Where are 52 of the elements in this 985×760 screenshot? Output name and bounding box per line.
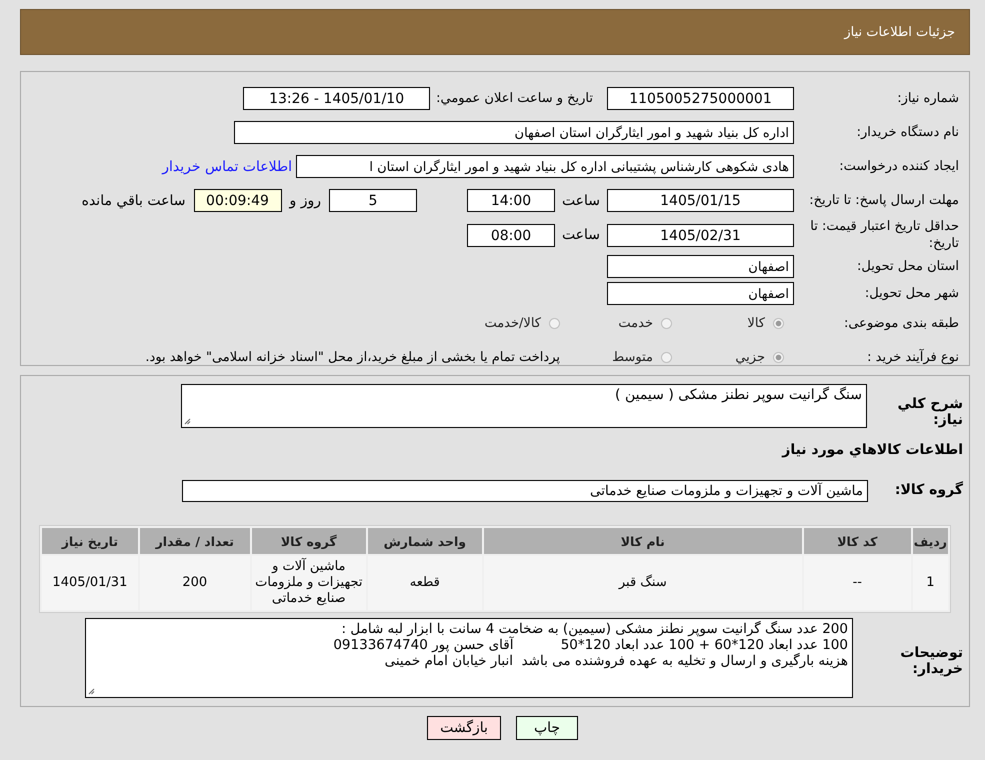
buyer-contact-link[interactable]: اطلاعات تماس خریدار	[162, 158, 292, 174]
column-header: نام کالا	[484, 528, 802, 554]
field-label: نوع فرآیند خرید :	[866, 349, 960, 366]
resize-grip-icon	[88, 688, 95, 695]
table-cell: ماشین آلات و تجهیزات و ملزومات صنایع خدماتی	[252, 556, 366, 610]
table-cell: قطعه	[368, 556, 482, 610]
column-header: کد کالا	[804, 528, 911, 554]
column-header: تعداد / مقدار	[140, 528, 250, 554]
field-label: استان محل تحویل:	[856, 258, 960, 274]
field-label: شهر محل تحویل:	[864, 284, 960, 302]
field-label: روز و	[288, 192, 322, 208]
table-cell: --	[804, 556, 911, 610]
table-cell: 1	[912, 556, 948, 610]
resize-grip-icon	[184, 418, 191, 425]
radio-button[interactable]: کالا	[672, 316, 784, 331]
radio-button[interactable]: کالا/خدمت	[448, 316, 560, 331]
field-label: تاريخ و ساعت اعلان عمومي:	[435, 91, 594, 106]
payment-note: پرداخت تمام یا بخشی از مبلغ خرید،از محل "اسناد خزانه اسلامی" خواهد بود.	[145, 350, 560, 365]
date-field: 1405/02/31	[607, 224, 794, 246]
column-header: تاریخ نیاز	[42, 528, 138, 554]
table-cell: سنگ قبر	[484, 556, 802, 610]
column-header: واحد شمارش	[368, 528, 482, 554]
field-label: نام دستگاه خریدار:	[856, 124, 960, 141]
days-field: 5	[329, 189, 417, 212]
field-label: گروه کالا:	[894, 480, 964, 498]
field-label: شماره نیاز:	[896, 90, 960, 107]
field-label: مهلت ارسال پاسخ: تا تاریخ:	[808, 192, 960, 209]
back-button[interactable]: بازگشت	[427, 716, 501, 740]
field-label: ساعت	[560, 192, 602, 208]
summary-text: سنگ گرانیت سوپر نطنز مشکی ( سیمین )	[615, 387, 862, 403]
table-cell: 200	[140, 556, 250, 610]
date-field: 1405/01/15	[607, 189, 794, 212]
countdown-field: 00:09:49	[194, 189, 282, 212]
notes-text: 200 عدد سنگ گرانیت سوپر نطنز مشکی (سیمین) به ضخامت 4 سانت با ابزار لبه شامل : 100 عدد ابعاد 120*60 + 100 عدد ابعاد 120*50 آقای حسن پور 09133674740 هزینه بارگیری و ارسال و تخلیه به عهده فروشنده می باشد انبار خیابان امام خمینی	[333, 621, 848, 669]
field-label: شرح کلي نياز:	[896, 395, 964, 428]
field-label: طبقه بندی موضوعی:	[842, 315, 960, 332]
field-label: ساعت	[560, 227, 602, 243]
field-label: توضیحات خریدار:	[899, 644, 964, 677]
page-title: جزئیات اطلاعات نیاز	[844, 24, 955, 40]
field-label: ایجاد کننده درخواست:	[838, 158, 960, 175]
radio-button[interactable]: خدمت	[560, 316, 672, 331]
table-cell: 1405/01/31	[42, 556, 138, 610]
field-label: ساعت باقي مانده	[80, 192, 186, 208]
radio-button[interactable]: جزيي	[672, 350, 784, 365]
print-button[interactable]: چاپ	[516, 716, 578, 740]
time-field: 08:00	[467, 224, 555, 246]
time-field: 14:00	[467, 189, 555, 212]
radio-button[interactable]: متوسط	[560, 350, 672, 365]
column-header: ردیف	[912, 528, 948, 554]
section-heading: اطلاعات کالاهاي مورد نياز	[780, 441, 964, 460]
field-label: حداقل تاریخ اعتبار قیمت: تا تاریخ:	[809, 218, 960, 252]
column-header: گروه کالا	[252, 528, 366, 554]
